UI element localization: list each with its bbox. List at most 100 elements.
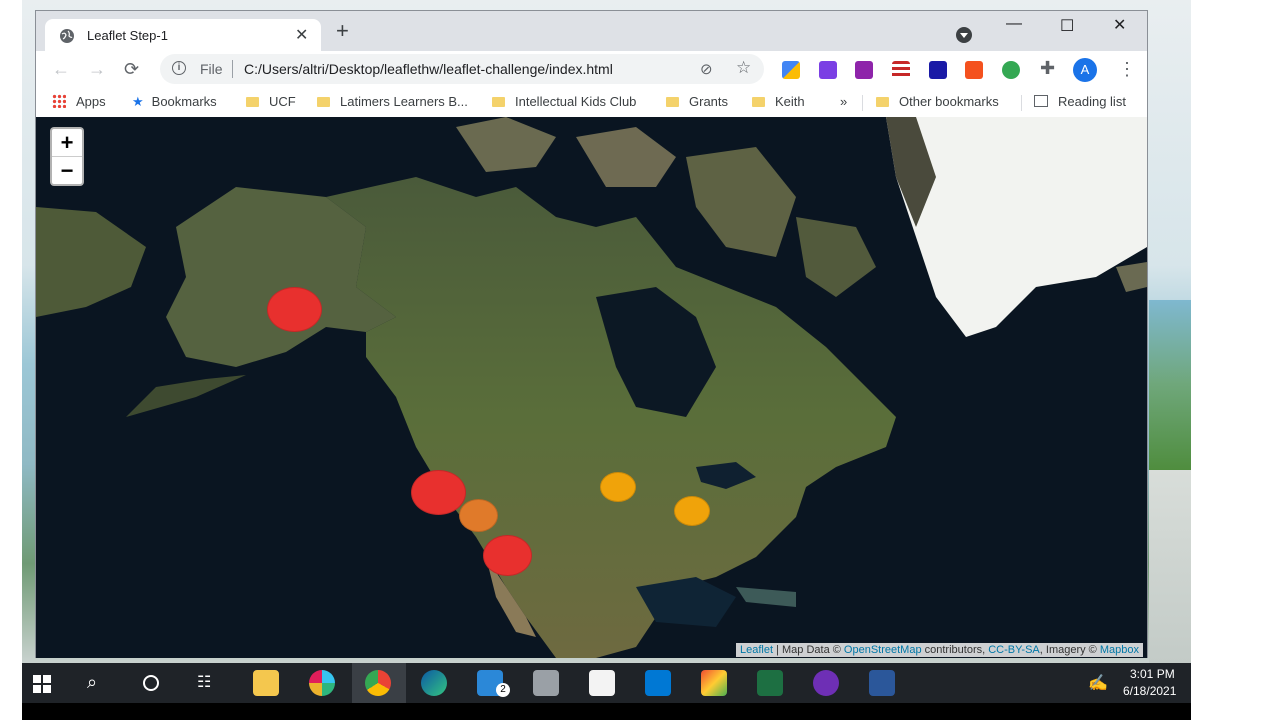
earthquake-marker-northern-california[interactable] — [411, 470, 466, 515]
extension-orange-icon[interactable] — [965, 61, 983, 79]
excel-icon[interactable] — [757, 670, 783, 696]
extensions-puzzle-icon[interactable]: ✚ — [1040, 58, 1055, 79]
extension-purple-icon[interactable] — [819, 61, 837, 79]
bookmark-bookmarks-label: Bookmarks — [151, 94, 217, 109]
extension-phone-icon[interactable] — [1002, 61, 1020, 79]
more-bookmarks-button[interactable]: » — [840, 94, 847, 109]
bookmark-folder[interactable]: UCF — [246, 94, 296, 109]
bookmark-folder[interactable]: Grants — [666, 94, 728, 109]
address-bar[interactable]: i File C:/Users/altri/Desktop/leaflethw/… — [160, 54, 764, 84]
bookmark-apps[interactable]: Apps — [52, 94, 106, 109]
earthquake-marker-alaska[interactable] — [267, 287, 322, 332]
bookmark-divider — [862, 95, 863, 111]
folder-icon — [752, 97, 765, 107]
zoom-in-button[interactable]: + — [52, 129, 82, 156]
reload-button[interactable]: ⟳ — [124, 59, 139, 80]
tab-strip: Leaflet Step-1 ✕ + — ☐ ✕ — [36, 11, 1147, 52]
bookmark-star-icon[interactable]: ☆ — [736, 58, 751, 78]
leaflet-map[interactable]: + − Leaflet | Map Data © OpenStreetMap c… — [36, 117, 1147, 658]
bookmark-folder[interactable]: Keith — [752, 94, 805, 109]
folder-icon — [666, 97, 679, 107]
app-icon[interactable] — [533, 670, 559, 696]
openstreetmap-link[interactable]: OpenStreetMap — [844, 644, 922, 656]
bookmark-divider — [1021, 95, 1022, 111]
earthquake-marker-central-plains[interactable] — [600, 472, 636, 502]
new-tab-button[interactable]: + — [336, 20, 349, 42]
eye-slash-icon[interactable]: ⊘ — [700, 60, 713, 78]
cc-by-sa-link[interactable]: CC-BY-SA — [988, 644, 1040, 656]
site-info-icon[interactable]: i — [172, 61, 186, 75]
globe-icon — [60, 29, 74, 43]
profile-avatar[interactable]: A — [1073, 58, 1097, 82]
cortana-icon[interactable] — [143, 675, 159, 691]
bookmark-apps-label: Apps — [76, 94, 106, 109]
reading-list-button[interactable]: Reading list — [1034, 94, 1126, 109]
bookmark-folder[interactable]: Latimers Learners B... — [317, 94, 468, 109]
back-button[interactable]: ← — [52, 59, 70, 80]
browser-window: Leaflet Step-1 ✕ + — ☐ ✕ ← → ⟳ i File C:… — [35, 10, 1148, 658]
bookmarks-bar: Apps ★ Bookmarks UCF Latimers Learners B.… — [36, 87, 1147, 118]
bookmark-label: Keith — [775, 94, 805, 109]
satellite-basemap — [36, 117, 1147, 658]
extension-flag-icon[interactable] — [892, 61, 910, 79]
windows-start-icon[interactable] — [33, 675, 51, 693]
other-bookmarks-folder[interactable]: Other bookmarks — [876, 94, 999, 109]
task-view-icon[interactable]: ☷ — [197, 672, 211, 692]
mail-badge: 2 — [496, 683, 510, 697]
bookmark-bookmarks[interactable]: ★ Bookmarks — [132, 94, 217, 110]
clock-date[interactable]: 6/18/2021 — [1123, 684, 1176, 698]
bookmark-folder[interactable]: Intellectual Kids Club — [492, 94, 636, 109]
store-icon[interactable] — [589, 670, 615, 696]
tab-search-icon[interactable] — [956, 27, 972, 43]
zoom-out-button[interactable]: − — [52, 156, 82, 184]
pen-icon[interactable]: ✍ — [1088, 673, 1108, 693]
slack-icon[interactable] — [309, 670, 335, 696]
earthquake-marker-central-california[interactable] — [459, 499, 498, 532]
folder-icon — [317, 97, 330, 107]
vscode-icon[interactable] — [645, 670, 671, 696]
apps-grid-icon — [52, 94, 66, 108]
reading-list-label: Reading list — [1058, 94, 1126, 109]
clock-time[interactable]: 3:01 PM — [1130, 667, 1175, 681]
chrome-icon[interactable] — [365, 670, 391, 696]
reading-list-icon — [1034, 95, 1048, 107]
word-icon[interactable] — [869, 670, 895, 696]
mapbox-link[interactable]: Mapbox — [1100, 644, 1139, 656]
file-explorer-icon[interactable] — [253, 670, 279, 696]
browser-toolbar: ← → ⟳ i File C:/Users/altri/Desktop/leaf… — [36, 51, 1147, 87]
search-icon[interactable]: ⌕ — [87, 672, 97, 693]
tab-leaflet-step-1[interactable]: Leaflet Step-1 ✕ — [45, 19, 321, 52]
edge-icon[interactable] — [421, 670, 447, 696]
star-icon: ★ — [132, 94, 144, 109]
chrome-menu-icon[interactable]: ⋮ — [1118, 59, 1136, 80]
extension-notes-icon[interactable] — [855, 61, 873, 79]
extension-c-icon[interactable] — [929, 61, 947, 79]
zoom-control: + − — [50, 127, 84, 186]
leaflet-link[interactable]: Leaflet — [740, 644, 773, 656]
bookmark-label: UCF — [269, 94, 296, 109]
address-separator — [232, 60, 233, 78]
attribution-text: contributors, — [921, 644, 989, 656]
git-icon[interactable] — [701, 670, 727, 696]
github-icon[interactable] — [813, 670, 839, 696]
url-scheme-label: File — [200, 61, 223, 77]
bookmark-label: Latimers Learners B... — [340, 94, 468, 109]
earthquake-marker-southern-california[interactable] — [483, 535, 532, 576]
minimize-button[interactable]: — — [1006, 15, 1022, 33]
map-attribution: Leaflet | Map Data © OpenStreetMap contr… — [736, 643, 1143, 657]
forward-button[interactable]: → — [88, 59, 106, 80]
attribution-text: | Map Data © — [773, 644, 844, 656]
url-text[interactable]: C:/Users/altri/Desktop/leaflethw/leaflet… — [244, 61, 613, 77]
earthquake-marker-midwest[interactable] — [674, 496, 710, 526]
bookmark-label: Intellectual Kids Club — [515, 94, 637, 109]
folder-icon — [246, 97, 259, 107]
folder-icon — [492, 97, 505, 107]
extension-google-icon[interactable] — [782, 61, 800, 79]
bookmark-label: Grants — [689, 94, 729, 109]
attribution-text: , Imagery © — [1039, 644, 1100, 656]
folder-icon — [876, 97, 889, 107]
maximize-button[interactable]: ☐ — [1060, 16, 1074, 36]
tab-title: Leaflet Step-1 — [87, 28, 168, 43]
close-window-button[interactable]: ✕ — [1113, 15, 1126, 35]
tab-close-icon[interactable]: ✕ — [295, 25, 308, 45]
